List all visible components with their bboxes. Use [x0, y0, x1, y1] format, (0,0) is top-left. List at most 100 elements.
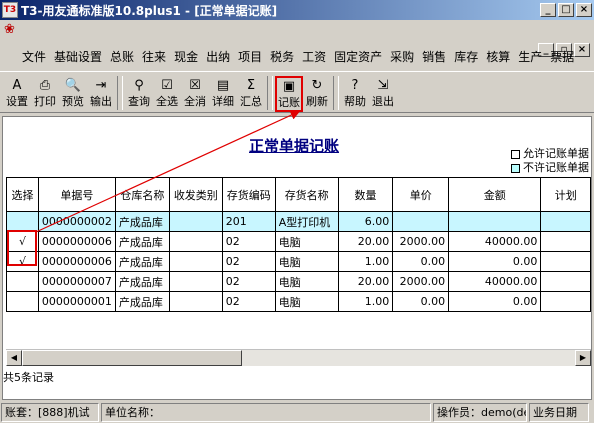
column-header[interactable]: 收发类别: [168, 177, 223, 212]
toolbar-button-5[interactable]: ☑ 全选: [153, 76, 181, 112]
menu-item-10[interactable]: 采购: [386, 50, 418, 64]
menu-item-2[interactable]: 总账: [106, 50, 138, 64]
document-panel: 正常单据记账 允许记账单据 不许记账单据 选择 单据号 仓库名称 收发类别 存货编码 存货…: [2, 116, 592, 400]
cell-plan: [540, 291, 591, 312]
column-header[interactable]: 存货编码: [221, 177, 276, 212]
exit-icon: ⇲: [377, 78, 389, 93]
toolbar-label: 详细: [212, 95, 234, 108]
toolbar-button-12[interactable]: ⇲ 退出: [369, 76, 397, 112]
cell-qty: 20.00: [337, 231, 394, 252]
cell-plan: [540, 231, 591, 252]
record-count: 共5条记录: [3, 371, 54, 384]
menu-items: 文件 基础设置 总账 往来 现金 出纳 项目 税务 工资 固定资产 采购 销售 库存 核算 生产 票据: [18, 50, 578, 64]
menu-item-7[interactable]: 税务: [266, 50, 298, 64]
scroll-left-icon[interactable]: ◀: [6, 350, 22, 366]
status-operator: 操作员：demo(de: [433, 403, 527, 422]
toolbar-button-7[interactable]: ▤ 详细: [209, 76, 237, 112]
cell-qty: 1.00: [337, 251, 394, 272]
help-icon: ?: [351, 78, 359, 93]
close-button[interactable]: ×: [576, 3, 592, 17]
menu-item-0[interactable]: 文件: [18, 50, 50, 64]
column-header[interactable]: 仓库名称: [114, 177, 170, 212]
column-header[interactable]: 单据号: [37, 177, 116, 212]
export-icon: ⇥: [95, 78, 107, 93]
cell-doc-no: 0000000007: [37, 271, 116, 292]
cell-category: [168, 211, 223, 232]
minimize-button[interactable]: _: [540, 3, 556, 17]
menu-item-11[interactable]: 销售: [418, 50, 450, 64]
horizontal-scrollbar[interactable]: ◀ ▶: [6, 349, 591, 366]
cell-code: 02: [221, 251, 276, 272]
toolbar-button-1[interactable]: ⎙ 打印: [31, 76, 59, 112]
menu-item-12[interactable]: 库存: [450, 50, 482, 64]
toolbar: A 设置 ⎙ 打印 🔍 预览 ⇥ 输出 ⚲ 查询 ☑ 全选 ☒ 全消 ▤ 详细 Σ 汇总 ▣ 记账 ↻ 刷新? 帮助 ⇲ 退出: [0, 71, 594, 113]
menu-item-8[interactable]: 工资: [298, 50, 330, 64]
cell-name: 电脑: [274, 271, 339, 292]
toolbar-button-6[interactable]: ☒ 全消: [181, 76, 209, 112]
menu-item-13[interactable]: 核算: [482, 50, 514, 64]
cell-category: [168, 271, 223, 292]
scroll-right-icon[interactable]: ▶: [575, 350, 591, 366]
cell-qty: 6.00: [337, 211, 394, 232]
cell-price: 0.00: [392, 251, 450, 272]
cell-doc-no: 0000000006: [37, 251, 116, 272]
menu-item-15[interactable]: 票据: [546, 50, 578, 64]
menu-item-6[interactable]: 项目: [234, 50, 266, 64]
status-account-set: 账套：[888]机试: [1, 403, 99, 422]
toolbar-button-11[interactable]: ? 帮助: [341, 76, 369, 112]
table-row[interactable]: 0000000002 产成品库 201 A型打印机 6.00: [6, 211, 591, 232]
table-row[interactable]: √ 0000000006 产成品库 02 电脑 20.00 2000.00 40000.00: [6, 231, 591, 252]
row-select-cell[interactable]: [6, 211, 39, 232]
row-select-cell[interactable]: [6, 291, 39, 312]
table-row[interactable]: √ 0000000006 产成品库 02 电脑 1.00 0.00 0.00: [6, 251, 591, 272]
toolbar-button-0[interactable]: A 设置: [3, 76, 31, 112]
menu-item-4[interactable]: 现金: [170, 50, 202, 64]
table-header: 选择 单据号 仓库名称 收发类别 存货编码 存货名称 数量 单价 金额 计划: [6, 177, 591, 212]
cell-category: [168, 291, 223, 312]
status-bar: 账套：[888]机试 单位名称： 操作员：demo(de 业务日期: [0, 402, 594, 423]
scroll-thumb[interactable]: [22, 350, 242, 366]
table-row[interactable]: 0000000001 产成品库 02 电脑 1.00 0.00 0.00: [6, 291, 591, 312]
toolbar-button-10[interactable]: ↻ 刷新: [303, 76, 331, 112]
toolbar-label: 全选: [156, 95, 178, 108]
cell-amount: 40000.00: [448, 231, 542, 252]
cell-warehouse: 产成品库: [114, 271, 170, 292]
toolbar-button-4[interactable]: ⚲ 查询: [125, 76, 153, 112]
column-header[interactable]: 数量: [337, 177, 394, 212]
column-header[interactable]: 选择: [6, 177, 39, 212]
toolbar-button-8[interactable]: Σ 汇总: [237, 76, 265, 112]
toolbar-label: 设置: [6, 95, 28, 108]
cell-doc-no: 0000000006: [37, 231, 116, 252]
row-select-cell[interactable]: [6, 271, 39, 292]
column-header[interactable]: 计划: [540, 177, 591, 212]
cell-price: 0.00: [392, 291, 450, 312]
cell-code: 02: [221, 271, 276, 292]
cell-amount: 40000.00: [448, 271, 542, 292]
menu-item-14[interactable]: 生产: [514, 50, 546, 64]
settings-icon: A: [12, 78, 22, 93]
toolbar-button-2[interactable]: 🔍 预览: [59, 76, 87, 112]
column-header[interactable]: 单价: [392, 177, 450, 212]
cell-code: 201: [221, 211, 276, 232]
toolbar-label: 退出: [372, 95, 394, 108]
menu-item-3[interactable]: 往来: [138, 50, 170, 64]
cell-price: 2000.00: [392, 271, 450, 292]
cell-amount: 0.00: [448, 251, 542, 272]
maximize-button[interactable]: □: [558, 3, 574, 17]
system-menu-icon[interactable]: ❀: [4, 22, 22, 38]
status-unit: 单位名称：: [101, 403, 431, 422]
table-row[interactable]: 0000000007 产成品库 02 电脑 20.00 2000.00 40000.00: [6, 271, 591, 292]
column-header[interactable]: 金额: [448, 177, 542, 212]
menu-bar: ❀ _ ▫ × 文件 基础设置 总账 往来 现金 出纳 项目 税务 工资 固定资产 采购 销售 库存 核算…: [0, 20, 594, 71]
legend-allowed: 允许记账单据: [511, 147, 589, 161]
menu-item-1[interactable]: 基础设置: [50, 50, 106, 64]
toolbar-button-3[interactable]: ⇥ 输出: [87, 76, 115, 112]
cell-doc-no: 0000000002: [37, 211, 116, 232]
column-header[interactable]: 存货名称: [274, 177, 339, 212]
menu-item-9[interactable]: 固定资产: [330, 50, 386, 64]
toolbar-label: 帮助: [344, 95, 366, 108]
toolbar-button-9[interactable]: ▣ 记账: [275, 76, 303, 112]
menu-item-5[interactable]: 出纳: [202, 50, 234, 64]
legend-swatch-allowed: [511, 149, 520, 159]
cell-warehouse: 产成品库: [114, 231, 170, 252]
